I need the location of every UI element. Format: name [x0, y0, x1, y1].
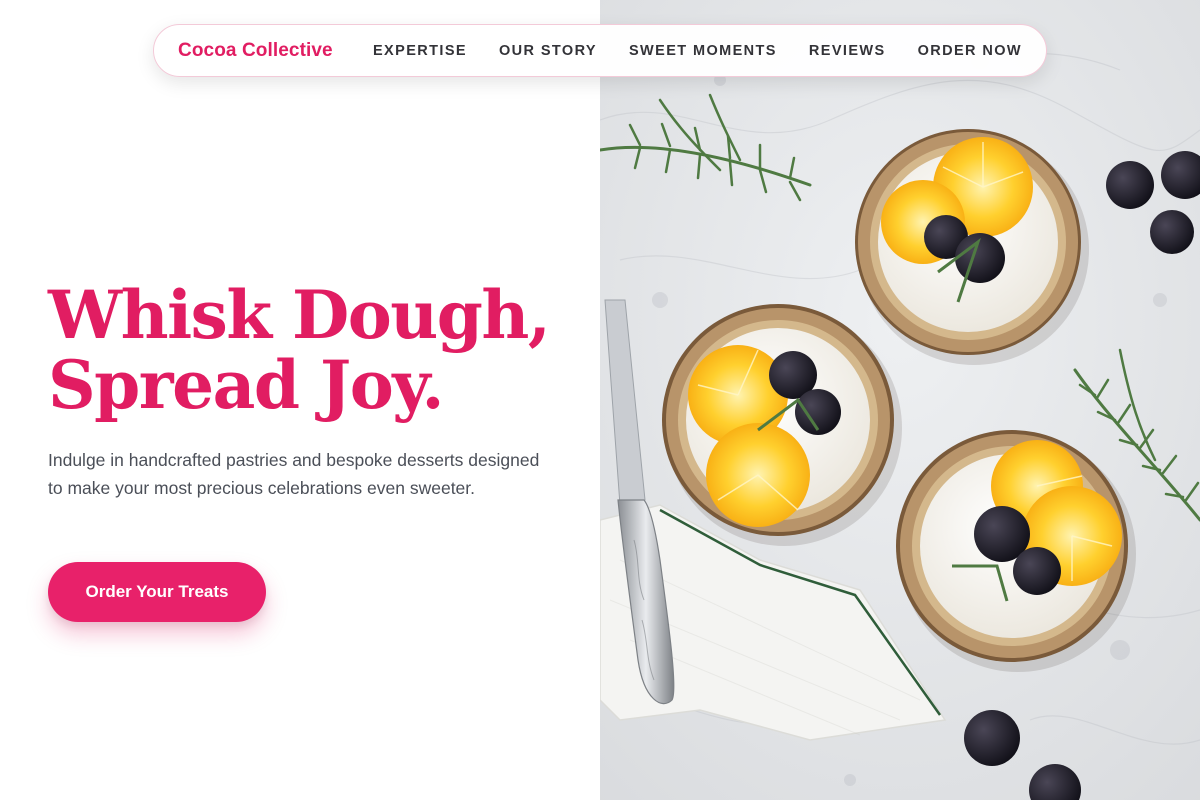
nav-link-order-now[interactable]: ORDER NOW — [918, 43, 1022, 59]
tartlets-photo-illustration — [600, 0, 1200, 800]
nav-links: EXPERTISE OUR STORY SWEET MOMENTS REVIEW… — [373, 43, 1022, 59]
top-navigation-bar: Cocoa Collective EXPERTISE OUR STORY SWE… — [153, 24, 1047, 77]
hero-photo — [600, 0, 1200, 800]
hero-headline: Whisk Dough, Spread Joy. — [48, 280, 588, 420]
hero-text-section: Whisk Dough, Spread Joy. Indulge in hand… — [0, 0, 600, 800]
nav-link-reviews[interactable]: REVIEWS — [809, 43, 886, 59]
nav-link-our-story[interactable]: OUR STORY — [499, 43, 597, 59]
order-treats-button[interactable]: Order Your Treats — [48, 562, 266, 622]
hero-description: Indulge in handcrafted pastries and besp… — [48, 450, 540, 498]
brand-logo-link[interactable]: Cocoa Collective — [178, 40, 333, 62]
nav-link-expertise[interactable]: EXPERTISE — [373, 43, 467, 59]
headline-line-2: Spread Joy. — [48, 346, 444, 424]
headline-line-1: Whisk Dough, — [48, 276, 551, 354]
nav-link-sweet-moments[interactable]: SWEET MOMENTS — [629, 43, 777, 59]
